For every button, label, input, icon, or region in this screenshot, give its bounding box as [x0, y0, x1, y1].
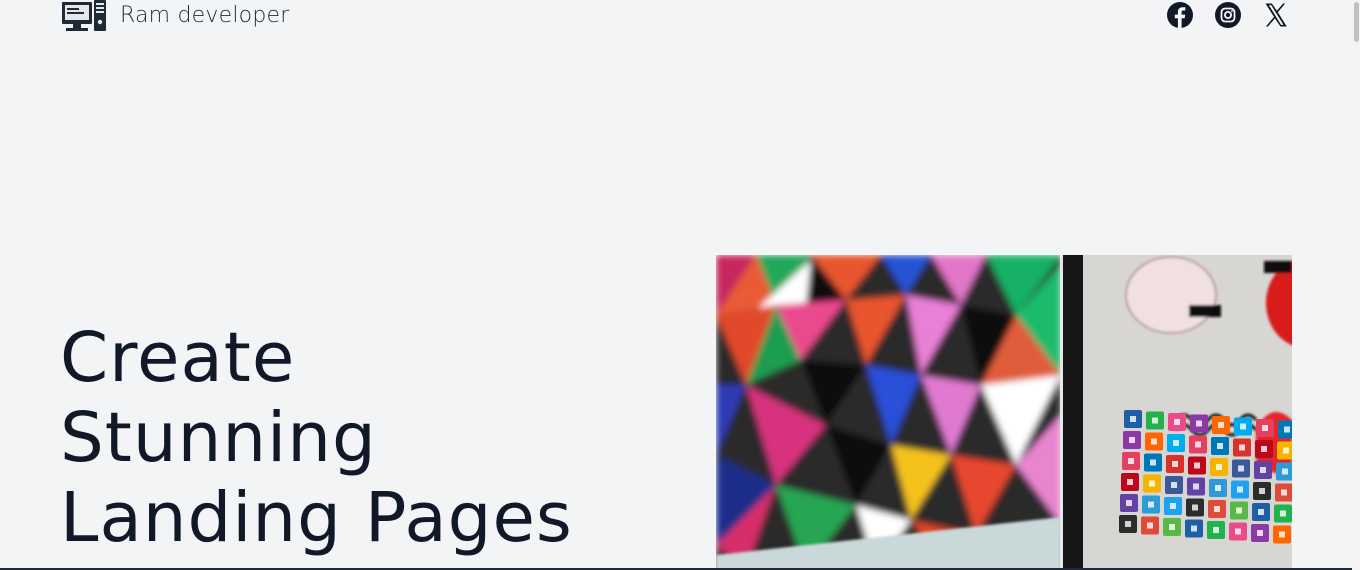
instagram-link[interactable]	[1214, 1, 1242, 29]
hero-title-line: Create	[60, 318, 296, 398]
hero-title-line: Landing Pages	[60, 478, 573, 558]
facebook-link[interactable]	[1166, 1, 1194, 29]
hero-image	[716, 255, 1292, 570]
hero-title: Create Stunning Landing Pages	[60, 318, 573, 558]
x-link[interactable]	[1262, 1, 1290, 29]
x-icon	[1265, 3, 1287, 27]
instagram-icon	[1215, 2, 1241, 28]
site-header: Ram developer	[0, 0, 1352, 32]
brand-home-link[interactable]: Ram developer	[61, 0, 289, 32]
facebook-icon	[1167, 2, 1193, 28]
scrollbar-thumb[interactable]	[1354, 2, 1359, 42]
scrollbar[interactable]	[1352, 0, 1360, 570]
computer-desktop-icon	[62, 0, 106, 31]
brand-name: Ram developer	[120, 3, 290, 28]
page: Ram developer Create Stunning Landing Pa…	[0, 0, 1360, 570]
hero-title-line: Stunning	[60, 398, 377, 478]
